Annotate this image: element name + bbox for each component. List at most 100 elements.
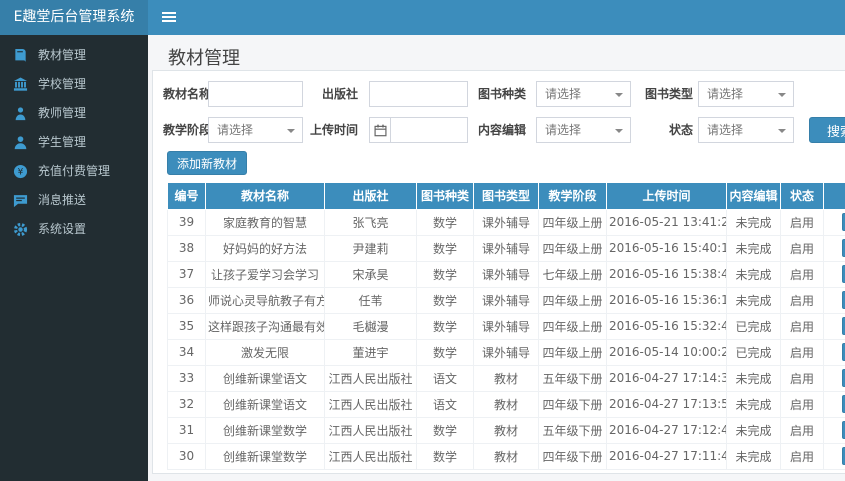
sidebar-toggle-button[interactable]	[148, 0, 190, 35]
cell-actions	[823, 234, 845, 262]
cell-type: 教材	[473, 442, 539, 470]
cell-actions	[823, 416, 845, 444]
cell-uploaded: 2016-04-27 17:13:50	[606, 390, 727, 418]
table-row: 36 师说心灵导航教子有方 任苇 数学 课外辅导 四年级上册 2016-05-1…	[167, 286, 845, 314]
cell-publisher: 江西人民出版社	[324, 442, 417, 470]
cell-id: 31	[167, 416, 206, 444]
cell-category: 数学	[416, 260, 474, 288]
book-category-label: 图书种类	[477, 87, 526, 101]
cell-category: 数学	[416, 208, 474, 236]
page-title: 教材管理	[168, 48, 240, 69]
table-body: 39 家庭教育的智慧 张飞亮 数学 课外辅导 四年级上册 2016-05-21 …	[167, 208, 845, 470]
cell-status: 启用	[780, 260, 824, 288]
cell-category: 数学	[416, 338, 474, 366]
table-row: 38 好妈妈的好方法 尹建莉 数学 课外辅导 四年级上册 2016-05-16 …	[167, 234, 845, 262]
sidebar-item-label: 教师管理	[38, 106, 87, 120]
upload-time-label: 上传时间	[309, 123, 358, 137]
header-id: 编号	[167, 183, 206, 210]
calendar-icon	[374, 124, 387, 137]
message-icon	[13, 195, 28, 208]
date-picker-button[interactable]	[369, 117, 390, 143]
status-label: 状态	[668, 123, 693, 137]
sidebar-item-students[interactable]: 学生管理	[0, 128, 148, 157]
cell-status: 启用	[780, 338, 824, 366]
cell-editor: 未完成	[726, 390, 781, 418]
cell-id: 38	[167, 234, 206, 262]
cell-publisher: 张飞亮	[324, 208, 417, 236]
sidebar-item-label: 充值付费管理	[38, 164, 111, 178]
sidebar: 教材管理 学校管理 教师管理 学生管理 ¥ 充值付费管理 消息推送 系统设置	[0, 35, 148, 481]
cell-type: 教材	[473, 416, 539, 444]
cell-id: 39	[167, 208, 206, 236]
cell-id: 30	[167, 442, 206, 470]
cell-publisher: 尹建莉	[324, 234, 417, 262]
materials-table: 编号 教材名称 出版社 图书种类 图书类型 教学阶段 上传时间 内容编辑 状态 …	[167, 183, 845, 470]
sidebar-item-messages[interactable]: 消息推送	[0, 186, 148, 215]
table-row: 30 创维新课堂数学 江西人民出版社 数学 教材 四年级下册 2016-04-2…	[167, 442, 845, 470]
sidebar-item-settings[interactable]: 系统设置	[0, 215, 148, 244]
cell-actions	[823, 442, 845, 470]
cell-actions	[823, 364, 845, 392]
cell-actions	[823, 260, 845, 288]
status-select[interactable]: 请选择	[698, 117, 794, 143]
chevron-down-icon	[778, 129, 786, 133]
header-uploaded: 上传时间	[606, 183, 727, 210]
book-type-select[interactable]: 请选择	[698, 81, 794, 107]
cell-stage: 四年级上册	[538, 286, 607, 314]
cell-stage: 四年级上册	[538, 338, 607, 366]
cell-editor: 已完成	[726, 312, 781, 340]
cell-category: 数学	[416, 312, 474, 340]
institution-icon	[13, 77, 28, 91]
cell-publisher: 任苇	[324, 286, 417, 314]
selected-value: 请选择	[707, 87, 744, 101]
teaching-stage-select[interactable]: 请选择	[208, 117, 303, 143]
header-stage: 教学阶段	[538, 183, 607, 210]
material-name-input[interactable]	[208, 81, 303, 107]
cell-type: 课外辅导	[473, 234, 539, 262]
cell-name: 激发无限	[205, 338, 325, 366]
header-publisher: 出版社	[324, 183, 417, 210]
cell-type: 课外辅导	[473, 338, 539, 366]
cell-editor: 未完成	[726, 208, 781, 236]
search-button[interactable]: 搜索	[809, 117, 845, 143]
sidebar-item-schools[interactable]: 学校管理	[0, 70, 148, 99]
cell-stage: 四年级下册	[538, 442, 607, 470]
header-status: 状态	[780, 183, 824, 210]
cell-publisher: 江西人民出版社	[324, 364, 417, 392]
cell-status: 启用	[780, 286, 824, 314]
sidebar-item-materials[interactable]: 教材管理	[0, 41, 148, 70]
recharge-icon: ¥	[13, 164, 28, 179]
cell-uploaded: 2016-05-16 15:36:11	[606, 286, 727, 314]
cell-category: 数学	[416, 416, 474, 444]
cell-uploaded: 2016-04-27 17:14:34	[606, 364, 727, 392]
sidebar-item-label: 系统设置	[38, 222, 87, 236]
table-row: 33 创维新课堂语文 江西人民出版社 语文 教材 五年级下册 2016-04-2…	[167, 364, 845, 392]
add-material-button[interactable]: 添加新教材	[167, 151, 247, 175]
cell-editor: 未完成	[726, 260, 781, 288]
cell-id: 33	[167, 364, 206, 392]
cell-uploaded: 2016-05-16 15:38:48	[606, 260, 727, 288]
header-type: 图书类型	[473, 183, 539, 210]
cell-stage: 四年级下册	[538, 390, 607, 418]
cell-uploaded: 2016-05-21 13:41:21	[606, 208, 727, 236]
cell-id: 34	[167, 338, 206, 366]
cell-name: 创维新课堂数学	[205, 442, 325, 470]
cell-actions	[823, 390, 845, 418]
sidebar-item-label: 教材管理	[38, 48, 87, 62]
header-name: 教材名称	[205, 183, 325, 210]
chevron-down-icon	[287, 129, 295, 133]
cell-actions	[823, 208, 845, 236]
cell-publisher: 宋承昊	[324, 260, 417, 288]
cell-category: 数学	[416, 442, 474, 470]
sidebar-item-label: 学校管理	[38, 77, 87, 91]
hamburger-icon	[162, 12, 176, 23]
cell-category: 语文	[416, 390, 474, 418]
cell-publisher: 董进宇	[324, 338, 417, 366]
cell-actions	[823, 338, 845, 366]
sidebar-item-teachers[interactable]: 教师管理	[0, 99, 148, 128]
cell-status: 启用	[780, 312, 824, 340]
cell-status: 启用	[780, 416, 824, 444]
cell-status: 启用	[780, 208, 824, 236]
cell-editor: 未完成	[726, 364, 781, 392]
sidebar-item-payments[interactable]: ¥ 充值付费管理	[0, 157, 148, 186]
